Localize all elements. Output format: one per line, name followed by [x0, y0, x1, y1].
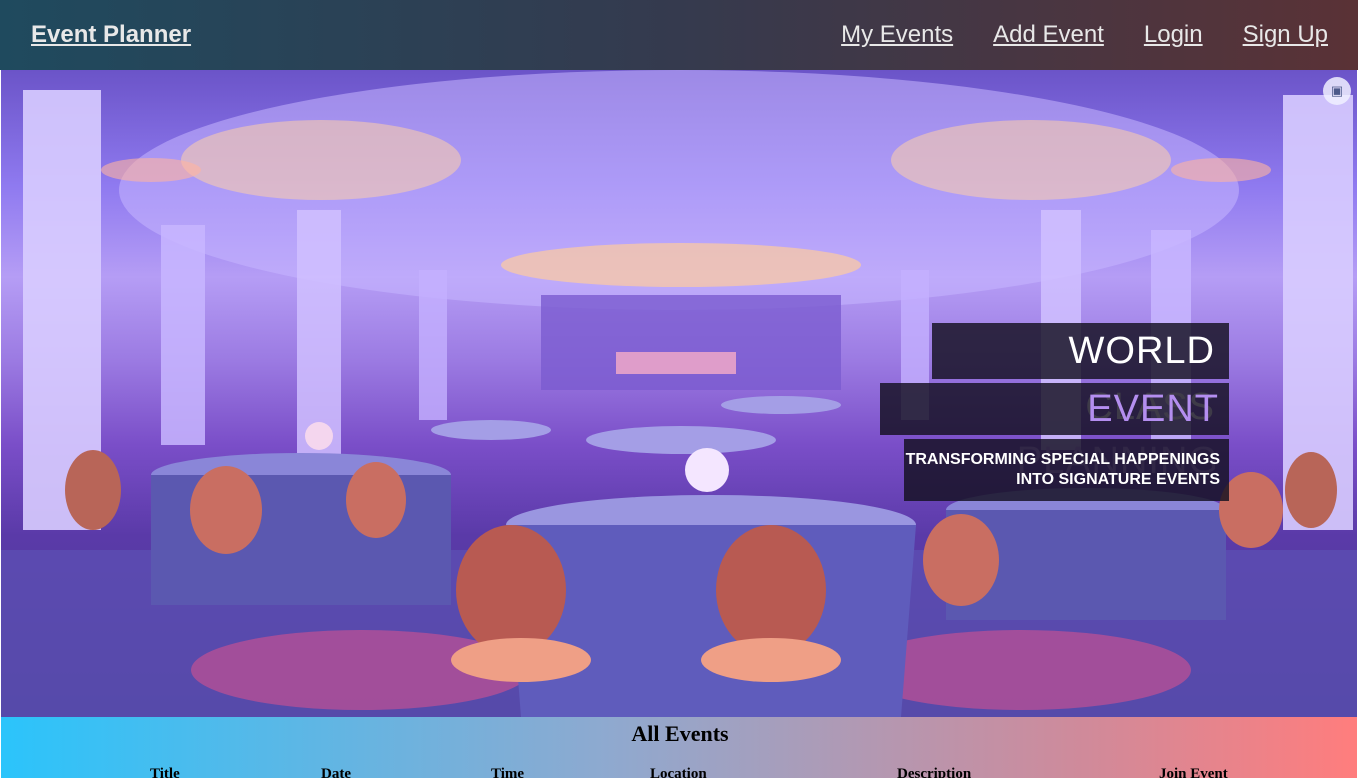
- banner-tagline: TRANSFORMING SPECIAL HAPPENINGS INTO SIG…: [904, 439, 1229, 501]
- banner-tagline-line-1: TRANSFORMING SPECIAL HAPPENINGS: [905, 451, 1220, 468]
- nav-signup-link[interactable]: Sign Up: [1243, 21, 1328, 49]
- banner-line-1: WORLD CLASS: [932, 323, 1229, 428]
- nav-links: My Events Add Event Login Sign Up: [841, 21, 1328, 49]
- nav-my-events-link[interactable]: My Events: [841, 21, 953, 49]
- nav-add-event-link[interactable]: Add Event: [993, 21, 1104, 49]
- col-header-description: Description: [897, 766, 972, 778]
- visual-search-icon[interactable]: ▣: [1323, 77, 1351, 105]
- section-title: All Events: [631, 721, 729, 746]
- col-header-time: Time: [491, 766, 525, 778]
- nav-login-link[interactable]: Login: [1144, 21, 1203, 49]
- banner-tagline-line-2: INTO SIGNATURE EVENTS: [1016, 471, 1220, 488]
- col-header-date: Date: [321, 766, 351, 778]
- col-header-join-event: Join Event: [1159, 766, 1228, 778]
- brand-link[interactable]: Event Planner: [31, 21, 191, 49]
- all-events-section: All Events Title Date Time Location Desc…: [1, 717, 1357, 778]
- col-header-title: Title: [150, 766, 180, 778]
- banner-line-2: EVENT PLANNING: [880, 383, 1229, 482]
- col-header-location: Location: [650, 766, 707, 778]
- top-navbar: Event Planner My Events Add Event Login …: [0, 0, 1358, 70]
